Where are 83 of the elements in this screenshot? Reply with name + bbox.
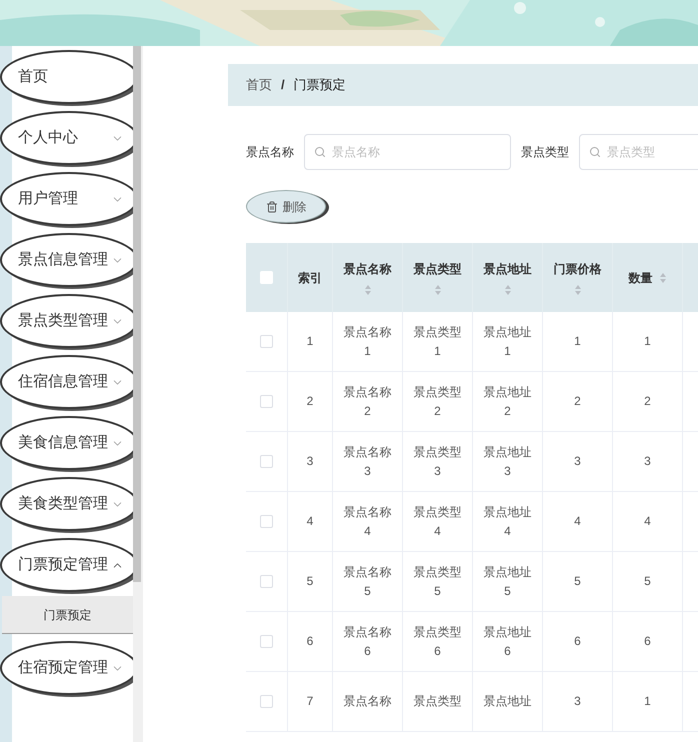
table-cell: 1 bbox=[288, 312, 333, 371]
table-cell: 2 bbox=[543, 372, 613, 431]
sidebar-menu-item[interactable]: 景点信息管理 bbox=[0, 233, 133, 287]
table-header-cell: 索引 bbox=[288, 243, 333, 312]
table-cell: 4 bbox=[288, 492, 333, 551]
table-cell: 景点地址 bbox=[473, 672, 543, 731]
table-cell: 景点名称 6 bbox=[333, 612, 403, 671]
breadcrumb-link[interactable]: 首页 bbox=[246, 75, 272, 95]
trash-icon bbox=[266, 200, 278, 212]
checkbox[interactable] bbox=[260, 515, 273, 528]
search-field[interactable]: 景点名称 bbox=[304, 134, 511, 170]
table-cell: 1 bbox=[543, 312, 613, 371]
table-cell: 景点地址 4 bbox=[473, 492, 543, 551]
checkbox[interactable] bbox=[260, 335, 273, 348]
table-cell: 景点名称 1 bbox=[333, 312, 403, 371]
checkbox[interactable] bbox=[260, 395, 273, 408]
table-cell: 7 bbox=[288, 672, 333, 731]
table-cell: 景点地址 5 bbox=[473, 552, 543, 611]
table-cell: 5 bbox=[613, 552, 683, 611]
search-icon bbox=[589, 146, 601, 158]
table-cell: 景点类型 6 bbox=[403, 612, 473, 671]
checkbox[interactable] bbox=[260, 695, 273, 708]
table-cell: 6 bbox=[543, 612, 613, 671]
table-cell: 景点地址 3 bbox=[473, 432, 543, 491]
table-cell: 景点地址 1 bbox=[473, 312, 543, 371]
table-header-cell[interactable]: 景点类型 bbox=[403, 243, 473, 312]
sort-icon bbox=[504, 284, 512, 296]
table-cell: 2 bbox=[288, 372, 333, 431]
sidebar-menu-item[interactable]: 景点类型管理 bbox=[0, 294, 133, 348]
breadcrumb-link[interactable]: 门票预定 bbox=[294, 75, 346, 95]
table-cell: 景点类型 bbox=[403, 672, 473, 731]
table-cell: 3 bbox=[543, 432, 613, 491]
table-cell: 6 bbox=[613, 612, 683, 671]
table-cell: 3 bbox=[613, 432, 683, 491]
checkbox[interactable] bbox=[260, 575, 273, 588]
checkbox[interactable] bbox=[260, 635, 273, 648]
table-header-cell[interactable]: 景点名称 bbox=[333, 243, 403, 312]
filter-label: 景点名称 bbox=[246, 144, 294, 161]
sort-icon bbox=[364, 284, 372, 296]
scrollbar-thumb[interactable] bbox=[133, 46, 141, 582]
table-header-cell[interactable]: 数量 bbox=[613, 243, 683, 312]
table-cell: 5 bbox=[288, 552, 333, 611]
table-cell: 景点名称 3 bbox=[333, 432, 403, 491]
search-icon bbox=[314, 146, 326, 158]
table-cell: 景点类型 4 bbox=[403, 492, 473, 551]
table-header-cell[interactable]: 门票价格 bbox=[543, 243, 613, 312]
sidebar-menu-item[interactable]: 住宿信息管理 bbox=[0, 355, 133, 409]
table-cell: 景点名称 2 bbox=[333, 372, 403, 431]
delete-button[interactable]: 删除 bbox=[246, 190, 326, 223]
sidebar-menu-item[interactable]: 美食信息管理 bbox=[0, 416, 133, 470]
breadcrumb-separator: / bbox=[281, 76, 285, 94]
filter-label: 景点类型 bbox=[521, 144, 569, 161]
submenu-item[interactable]: 门票预定 bbox=[2, 596, 133, 634]
table-cell: 1 bbox=[613, 312, 683, 371]
table-cell: 景点类型 3 bbox=[403, 432, 473, 491]
sidebar-menu-item[interactable]: 门票预定管理 bbox=[0, 538, 133, 592]
table-cell: 景点名称 5 bbox=[333, 552, 403, 611]
table-header-cell[interactable]: 景点地址 bbox=[473, 243, 543, 312]
sidebar-menu-item[interactable]: 用户管理 bbox=[0, 172, 133, 226]
table-cell: 景点类型 2 bbox=[403, 372, 473, 431]
table-cell: 2 bbox=[613, 372, 683, 431]
table-cell: 景点地址 2 bbox=[473, 372, 543, 431]
table-cell: 景点名称 bbox=[333, 672, 403, 731]
sidebar-menu-item[interactable]: 美食类型管理 bbox=[0, 477, 133, 531]
sidebar-menu-item[interactable]: 个人中心 bbox=[0, 111, 133, 165]
table-cell: 5 bbox=[543, 552, 613, 611]
checkbox[interactable] bbox=[260, 455, 273, 468]
table-cell: 景点类型 1 bbox=[403, 312, 473, 371]
table-cell: 3 bbox=[543, 672, 613, 731]
sidebar-menu-item[interactable]: 首页 bbox=[0, 50, 133, 104]
search-field[interactable]: 景点类型 bbox=[579, 134, 698, 170]
table-cell: 景点名称 4 bbox=[333, 492, 403, 551]
table-cell: 4 bbox=[613, 492, 683, 551]
table-cell: 4 bbox=[543, 492, 613, 551]
sort-icon bbox=[574, 284, 582, 296]
table-cell: 1 bbox=[613, 672, 683, 731]
table-cell: 6 bbox=[288, 612, 333, 671]
table-cell: 3 bbox=[288, 432, 333, 491]
table-cell: 景点类型 5 bbox=[403, 552, 473, 611]
sort-icon bbox=[658, 272, 666, 284]
table-cell: 景点地址 6 bbox=[473, 612, 543, 671]
sidebar-menu-item[interactable]: 住宿预定管理 bbox=[0, 641, 133, 695]
sort-icon bbox=[434, 284, 442, 296]
